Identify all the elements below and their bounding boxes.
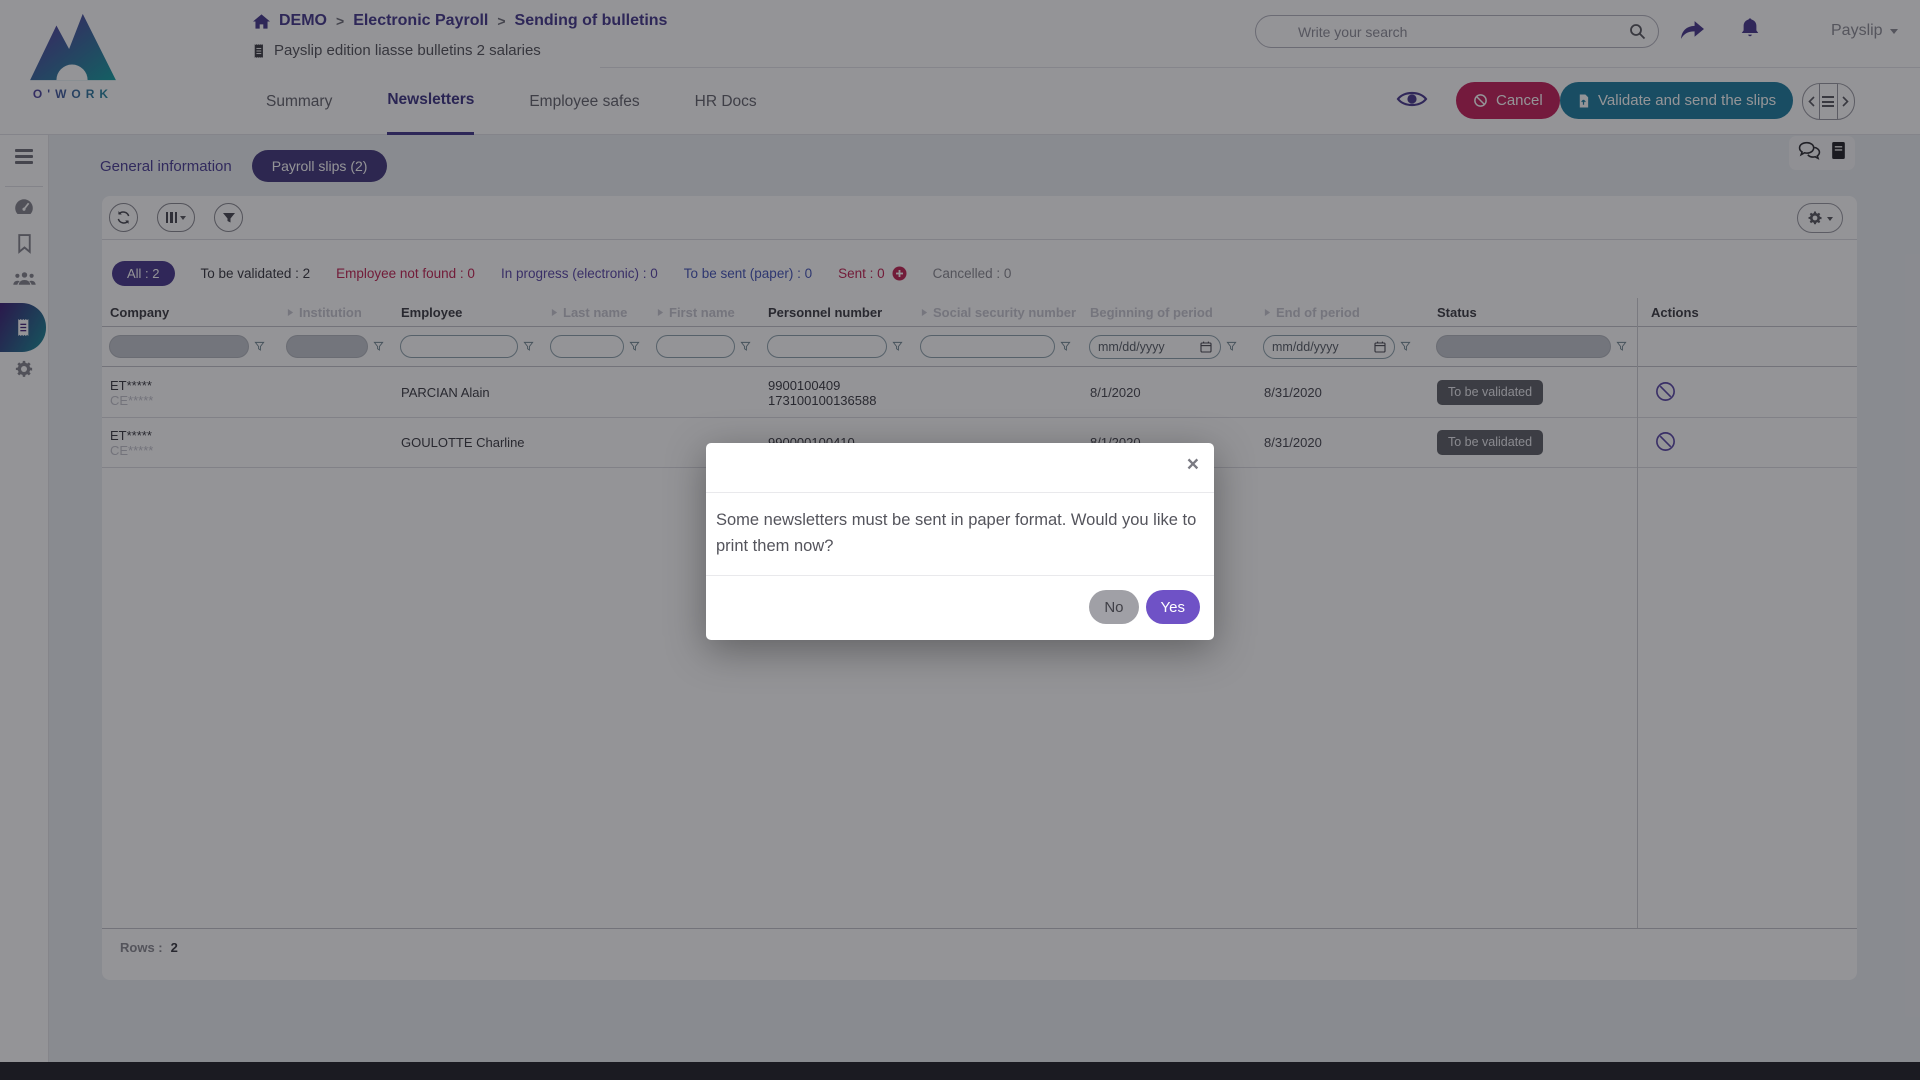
dialog-footer: No Yes (706, 576, 1214, 640)
dialog-message: Some newsletters must be sent in paper f… (706, 493, 1214, 576)
print-confirmation-dialog: × Some newsletters must be sent in paper… (706, 443, 1214, 640)
dialog-header: × (706, 443, 1214, 493)
yes-button[interactable]: Yes (1146, 590, 1200, 624)
no-button[interactable]: No (1089, 590, 1138, 624)
close-icon[interactable]: × (1187, 454, 1199, 475)
